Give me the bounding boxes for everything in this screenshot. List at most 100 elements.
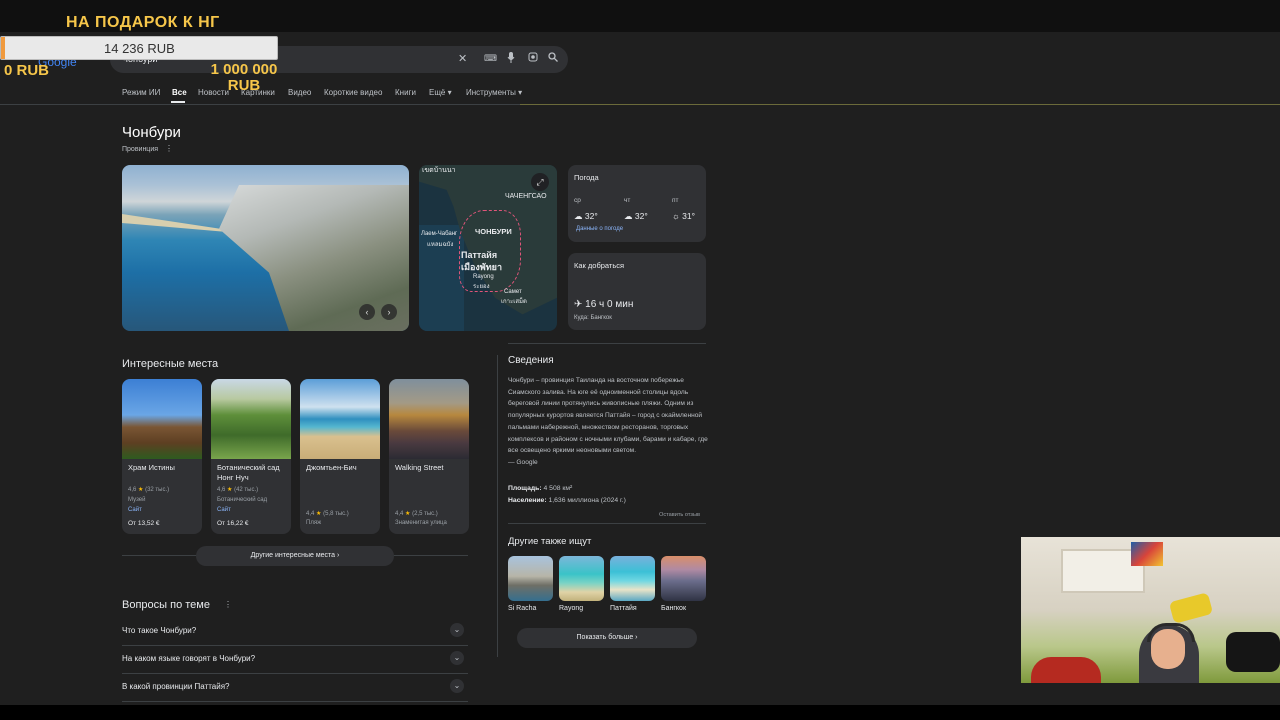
place-reviews: (5,8 тыс.) (323, 511, 349, 517)
show-more-button[interactable]: Показать больше › (517, 628, 697, 648)
place-card[interactable]: Ботанический сад Нонг Нуч 4,6 ★ (42 тыс.… (211, 379, 291, 534)
place-card[interactable]: Храм Истины 4,6 ★ (32 тыс.) Музей Сайт О… (122, 379, 202, 534)
fact-population: Население: 1,636 миллиона (2024 г.) (508, 497, 626, 504)
faq-item[interactable]: На каком языке говорят в Чонбури? ⌄ (122, 645, 468, 674)
prev-photo-button[interactable]: ‹ (359, 304, 375, 320)
star-icon: ★ (316, 511, 322, 517)
places-title: Интересные места (122, 358, 219, 370)
tab-all[interactable]: Все (172, 88, 187, 97)
related-image[interactable] (559, 556, 604, 601)
place-site-link[interactable]: Сайт (217, 507, 231, 513)
donation-progress-fill (1, 37, 5, 59)
headset-icon (1147, 623, 1195, 642)
faq-item[interactable]: Что такое Чонбури? ⌄ (122, 617, 468, 646)
related-label[interactable]: Паттайя (610, 605, 637, 612)
related-label[interactable]: Бангкок (661, 605, 686, 612)
place-name: Храм Истины (128, 463, 175, 472)
fact-area: Площадь: 4 508 км² (508, 485, 572, 492)
place-image (211, 379, 291, 459)
header-divider-accent (520, 104, 1280, 105)
map-label-laem-th: แหลมฉบัง (427, 242, 454, 248)
entity-subtitle: Провинция (122, 146, 159, 153)
tab-short-videos[interactable]: Короткие видео (324, 88, 382, 97)
weather-title: Погода (574, 173, 599, 182)
photo-city (219, 185, 409, 331)
faq-options-icon[interactable]: ⋮ (224, 600, 232, 609)
tab-video[interactable]: Видео (288, 88, 311, 97)
weather-day: ср (574, 197, 581, 204)
keyboard-icon[interactable]: ⌨ (484, 53, 497, 64)
place-site-link[interactable]: Сайт (128, 507, 142, 513)
hero-photo[interactable]: ‹ › (122, 165, 409, 331)
mic-icon[interactable] (507, 52, 515, 66)
place-name: Ботанический сад Нонг Нуч (217, 463, 280, 482)
about-title: Сведения (508, 355, 554, 366)
tab-ai-mode[interactable]: Режим ИИ (122, 88, 160, 97)
faq-question: На каком языке говорят в Чонбури? (122, 654, 256, 663)
related-label[interactable]: Rayong (559, 605, 583, 612)
map-thumbnail[interactable]: เขตบ้านนา ЧАЧЕНГСАО ЧОНБУРИ Лаем-Чабанг … (419, 165, 557, 331)
others-title: Другие также ищут (508, 536, 592, 547)
map-label-chachoengsao: ЧАЧЕНГСАО (505, 193, 547, 200)
place-price: От 13,52 € (128, 520, 160, 527)
place-type: Музей (128, 497, 146, 503)
feedback-link[interactable]: Оставить отзыв (659, 512, 700, 518)
tab-more[interactable]: Ещё ▾ (429, 88, 452, 97)
place-card[interactable]: Джомтьен-Бич 4,4 ★ (5,8 тыс.) Пляж (300, 379, 380, 534)
faq-item[interactable]: В какой провинции Паттайя? ⌄ (122, 673, 468, 702)
faq-question: Что такое Чонбури? (122, 626, 197, 635)
chevron-down-icon[interactable]: ⌄ (450, 651, 464, 665)
directions-title: Как добраться (574, 261, 625, 270)
related-image[interactable] (661, 556, 706, 601)
weather-card[interactable]: Погода ср чт пт ☁ 32° ☁ 32° ☼ 31° Данные… (568, 165, 706, 242)
map-label-pattaya: Паттайя (461, 250, 498, 260)
about-source[interactable]: — Google (508, 459, 538, 466)
tab-more-label: Ещё (429, 88, 446, 97)
place-reviews: (2,5 тыс.) (412, 511, 438, 517)
map-label-chonburi: ЧОНБУРИ (475, 227, 512, 236)
map-label-rayong: Rayong (473, 274, 494, 280)
place-image (389, 379, 469, 459)
place-card[interactable]: Walking Street 4,4 ★ (2,5 тыс.) Знаменит… (389, 379, 469, 534)
place-rating: 4,6 (217, 487, 226, 493)
search-icon[interactable] (548, 52, 558, 65)
column-divider (497, 355, 498, 657)
expand-map-icon[interactable]: ⤢ (531, 173, 549, 191)
tab-tools-label: Инструменты (466, 88, 516, 97)
map-label-pattaya-th: เมืองพัทยา (461, 262, 503, 272)
map-label-top: เขตบ้านนา (422, 167, 456, 174)
chevron-down-icon: ▾ (518, 88, 523, 97)
next-photo-button[interactable]: › (381, 304, 397, 320)
travel-destination: Куда: Бангкок (574, 315, 612, 321)
close-icon[interactable]: ✕ (458, 52, 467, 65)
tab-books[interactable]: Книги (395, 88, 416, 97)
chevron-down-icon[interactable]: ⌄ (450, 679, 464, 693)
page-title: Чонбури (122, 124, 181, 141)
place-rating: 4,4 (395, 511, 404, 517)
related-label[interactable]: Si Racha (508, 605, 536, 612)
place-rating: 4,6 (128, 487, 137, 493)
weather-day: чт (624, 197, 631, 204)
place-type: Ботанический сад (217, 497, 268, 503)
fact-label: Площадь: (508, 485, 542, 492)
related-image[interactable] (508, 556, 553, 601)
about-text: Чонбури – провинция Таиланда на восточно… (508, 375, 708, 469)
related-image[interactable] (610, 556, 655, 601)
place-reviews: (42 тыс.) (234, 487, 259, 493)
weather-temp: 31° (682, 211, 696, 221)
more-options-icon[interactable]: ⋮ (165, 144, 173, 153)
place-price: От 16,22 € (217, 520, 249, 527)
place-image (122, 379, 202, 459)
donation-amount: 14 236 RUB (104, 41, 175, 56)
directions-card[interactable]: Как добраться ✈ 16 ч 0 мин Куда: Бангкок (568, 253, 706, 330)
tab-tools[interactable]: Инструменты ▾ (466, 88, 522, 97)
fact-label: Население: (508, 497, 547, 504)
webcam-overlay (1021, 537, 1280, 683)
chevron-down-icon[interactable]: ⌄ (450, 623, 464, 637)
divider (508, 523, 706, 524)
about-description: Чонбури – провинция Таиланда на восточно… (508, 377, 708, 455)
lens-icon[interactable] (528, 52, 538, 65)
donation-goal-title: НА ПОДАРОК К НГ (66, 14, 220, 31)
weather-data-link[interactable]: Данные о погоде (576, 226, 623, 232)
more-places-button[interactable]: Другие интересные места › (196, 546, 394, 566)
